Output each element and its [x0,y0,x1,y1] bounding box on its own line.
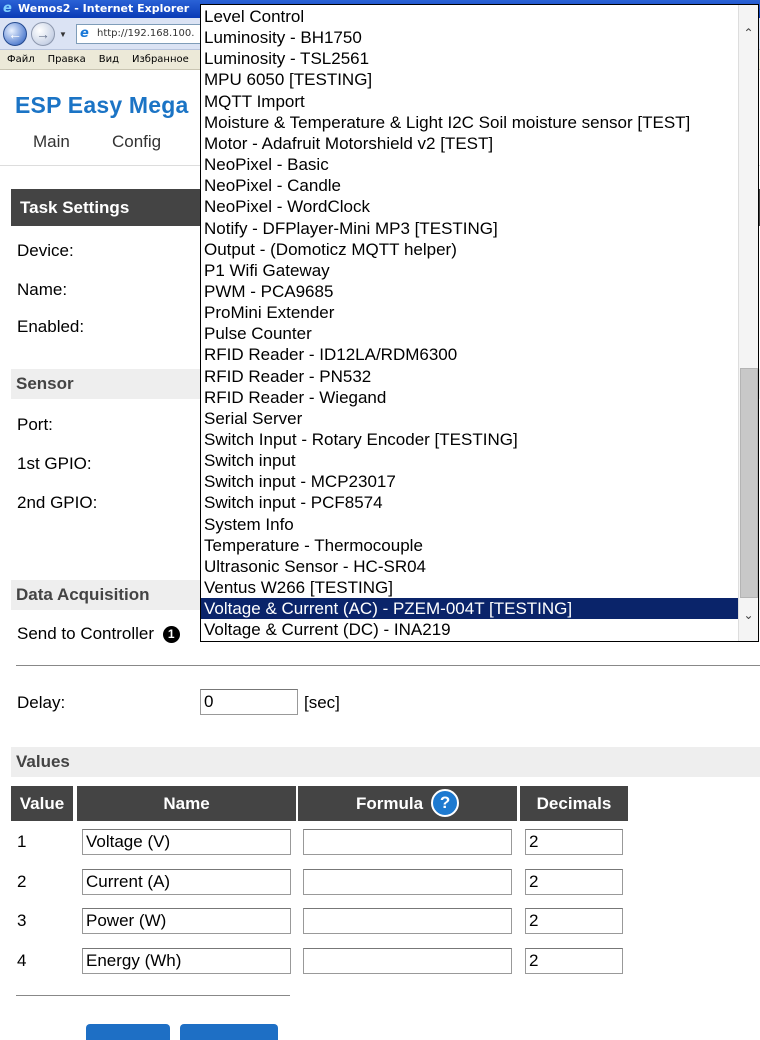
delay-unit: [sec] [304,693,340,712]
nav-main[interactable]: Main [33,132,70,152]
device-dropdown-list[interactable]: Level Control Luminosity - BH1750 Luminosi… [200,4,759,642]
dropdown-option[interactable]: Pulse Counter [201,323,738,344]
menu-favorites[interactable]: Избранное [132,50,189,70]
address-text: http://192.168.100. [97,28,195,39]
controller-separator [16,665,760,666]
dropdown-option[interactable]: Voltage & Current (DC) - INA219 [201,619,738,640]
dropdown-option[interactable]: Luminosity - TSL2561 [201,48,738,69]
dropdown-option[interactable]: Temperature - Thermocouple [201,535,738,556]
dropdown-option[interactable]: NeoPixel - Basic [201,154,738,175]
enabled-label: Enabled: [17,317,85,336]
dropdown-option[interactable]: Ultrasonic Sensor - HC-SR04 [201,556,738,577]
values-header: Values [11,747,760,777]
gpio2-label: 2nd GPIO: [17,493,98,512]
value-name-input-1[interactable]: Voltage (V) [82,829,291,855]
dropdown-option[interactable]: ProMini Extender [201,302,738,323]
submit-button[interactable] [180,1024,278,1040]
gpio1-label: 1st GPIO: [17,454,92,473]
back-icon[interactable]: ← [3,22,27,46]
col-decimals: Decimals [520,786,628,821]
value-decimals-input-4[interactable]: 2 [525,948,623,974]
value-decimals-input-3[interactable]: 2 [525,908,623,934]
menu-edit[interactable]: Правка [48,50,86,70]
window-title: Wemos2 - Internet Explorer [18,2,190,15]
dropdown-option[interactable]: Output - (Domoticz MQTT helper) [201,239,738,260]
value-name-input-2[interactable]: Current (A) [82,869,291,895]
dropdown-option[interactable]: Switch Input - Rotary Encoder [TESTING] [201,429,738,450]
value-formula-input-3[interactable] [303,908,512,934]
dropdown-option[interactable]: Moisture & Temperature & Light I2C Soil … [201,112,738,133]
menu-file[interactable]: Файл [7,50,35,70]
controller-number-badge: 1 [162,626,180,643]
dropdown-option[interactable]: NeoPixel - WordClock [201,196,738,217]
dropdown-option[interactable]: NeoPixel - Candle [201,175,738,196]
dropdown-option[interactable]: Level Control [201,6,738,27]
value-name-input-4[interactable]: Energy (Wh) [82,948,291,974]
scroll-down-icon[interactable]: ⌄ [739,605,758,625]
value-num-1: 1 [17,832,27,851]
value-formula-input-2[interactable] [303,869,512,895]
close-button[interactable] [86,1024,170,1040]
col-formula: Formula? [298,786,517,821]
value-name-input-3[interactable]: Power (W) [82,908,291,934]
value-formula-input-4[interactable] [303,948,512,974]
value-formula-input-1[interactable] [303,829,512,855]
name-label: Name: [17,280,68,299]
value-num-3: 3 [17,911,27,930]
dropdown-option[interactable]: Switch input [201,450,738,471]
send-to-controller-row: Send to Controller 1 [17,624,180,644]
forward-icon[interactable]: → [31,22,55,46]
dropdown-option[interactable]: System Info [201,514,738,535]
page-icon: e [80,26,89,41]
col-value: Value [11,786,73,821]
dropdown-option[interactable]: RFID Reader - Wiegand [201,387,738,408]
dropdown-option[interactable]: Ventus W266 [TESTING] [201,577,738,598]
dropdown-option[interactable]: Notify - DFPlayer-Mini MP3 [TESTING] [201,218,738,239]
value-num-4: 4 [17,951,27,970]
values-separator [16,995,290,996]
send-to-controller-label: Send to Controller [17,624,155,643]
menu-view[interactable]: Вид [99,50,119,70]
value-decimals-input-1[interactable]: 2 [525,829,623,855]
dropdown-option[interactable]: PWM - PCA9685 [201,281,738,302]
delay-input[interactable]: 0 [200,689,298,715]
ie-app-icon: e [3,1,12,16]
dropdown-option[interactable]: MPU 6050 [TESTING] [201,69,738,90]
dropdown-option[interactable]: MQTT Import [201,91,738,112]
scroll-up-icon[interactable]: ⌃ [739,23,758,43]
dropdown-option[interactable]: RFID Reader - PN532 [201,366,738,387]
value-num-2: 2 [17,872,27,891]
history-dropdown-icon[interactable]: ▼ [59,30,67,39]
dropdown-option[interactable]: P1 Wifi Gateway [201,260,738,281]
brand-title[interactable]: ESP Easy Mega [15,92,189,119]
dropdown-option[interactable]: Luminosity - BH1750 [201,27,738,48]
dropdown-option[interactable]: Serial Server [201,408,738,429]
nav-config[interactable]: Config [112,132,161,152]
dropdown-option[interactable]: Voltage & Current (AC) - PZEM-004T [TEST… [201,598,738,620]
port-label: Port: [17,415,53,434]
scroll-thumb[interactable] [740,368,758,598]
dropdown-option[interactable]: RFID Reader - ID12LA/RDM6300 [201,344,738,365]
dropdown-option[interactable]: Switch input - MCP23017 [201,471,738,492]
col-formula-label: Formula [355,794,424,813]
dropdown-option[interactable]: Switch input - PCF8574 [201,492,738,513]
dropdown-scrollbar[interactable]: ⌃ ⌄ [738,5,758,641]
device-label: Device: [17,241,74,260]
value-decimals-input-2[interactable]: 2 [525,869,623,895]
col-name: Name [77,786,296,821]
help-icon[interactable]: ? [431,789,460,818]
delay-label: Delay: [17,693,66,712]
dropdown-option[interactable]: Motor - Adafruit Motorshield v2 [TEST] [201,133,738,154]
address-bar[interactable]: e http://192.168.100. [76,24,206,44]
